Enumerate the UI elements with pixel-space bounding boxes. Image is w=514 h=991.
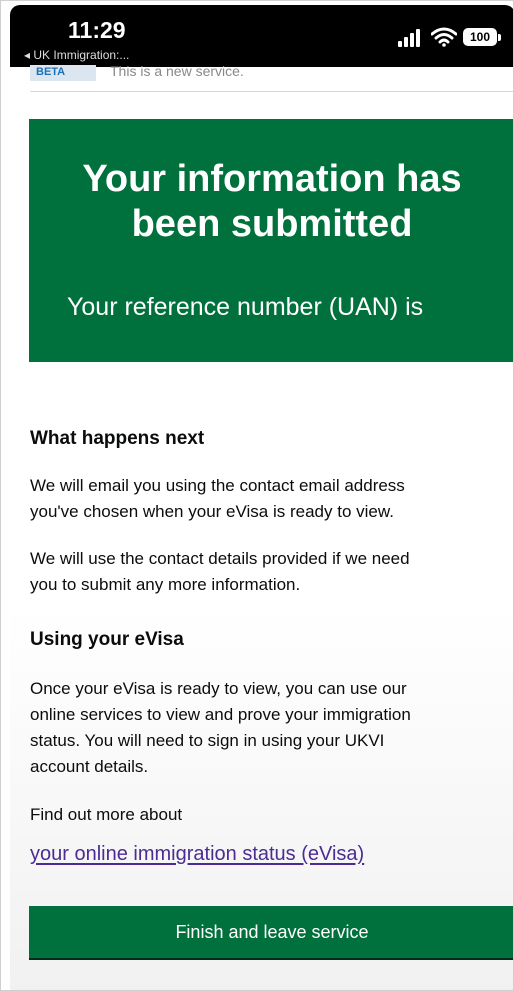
what-happens-next-heading: What happens next (30, 428, 205, 449)
back-to-app-link[interactable]: ◂ UK Immigration:... (24, 48, 129, 62)
text-line: you to submit any more information. (30, 575, 301, 594)
text-line: Once your eVisa is ready to view, you ca… (30, 679, 407, 698)
phone-viewport: 11:29 ◂ UK Immigration:... 100 BETA This… (10, 5, 513, 990)
text-line: you've chosen when your eVisa is ready t… (30, 502, 394, 521)
screenshot-frame: 11:29 ◂ UK Immigration:... 100 BETA This… (0, 0, 514, 991)
panel-title-line: been submitted (131, 203, 413, 245)
panel-title-line: Your information has (82, 158, 462, 200)
phase-banner-text: This is a new service. (110, 63, 244, 79)
text-line: We will email you using the contact emai… (30, 476, 405, 495)
reference-number-text: Your reference number (UAN) is (67, 293, 424, 321)
evisa-status-link[interactable]: your online immigration status (eVisa) (30, 843, 364, 866)
evisa-paragraph: Once your eVisa is ready to view, you ca… (30, 676, 500, 780)
wifi-icon (431, 27, 457, 47)
text-line: status. You will need to sign in using y… (30, 731, 385, 750)
header-divider (30, 91, 513, 92)
phase-tag: BETA (30, 65, 96, 81)
find-out-more-text: Find out more about (30, 805, 183, 824)
status-bar: 11:29 ◂ UK Immigration:... 100 (10, 5, 513, 67)
battery-cap (498, 34, 501, 41)
text-line: account details. (30, 757, 149, 776)
status-time: 11:29 (68, 17, 126, 43)
text-line: We will use the contact details provided… (30, 549, 410, 568)
panel-title: Your information has been submitted (29, 157, 513, 247)
cellular-signal-icon (398, 29, 424, 47)
battery-icon: 100 (463, 28, 497, 46)
finish-and-leave-button[interactable]: Finish and leave service (29, 906, 513, 958)
using-evisa-heading: Using your eVisa (30, 629, 184, 650)
text-line: online services to view and prove your i… (30, 705, 411, 724)
email-notice-paragraph: We will email you using the contact emai… (30, 473, 500, 525)
contact-details-paragraph: We will use the contact details provided… (30, 546, 500, 598)
confirmation-panel: Your information has been submitted Your… (29, 119, 513, 362)
